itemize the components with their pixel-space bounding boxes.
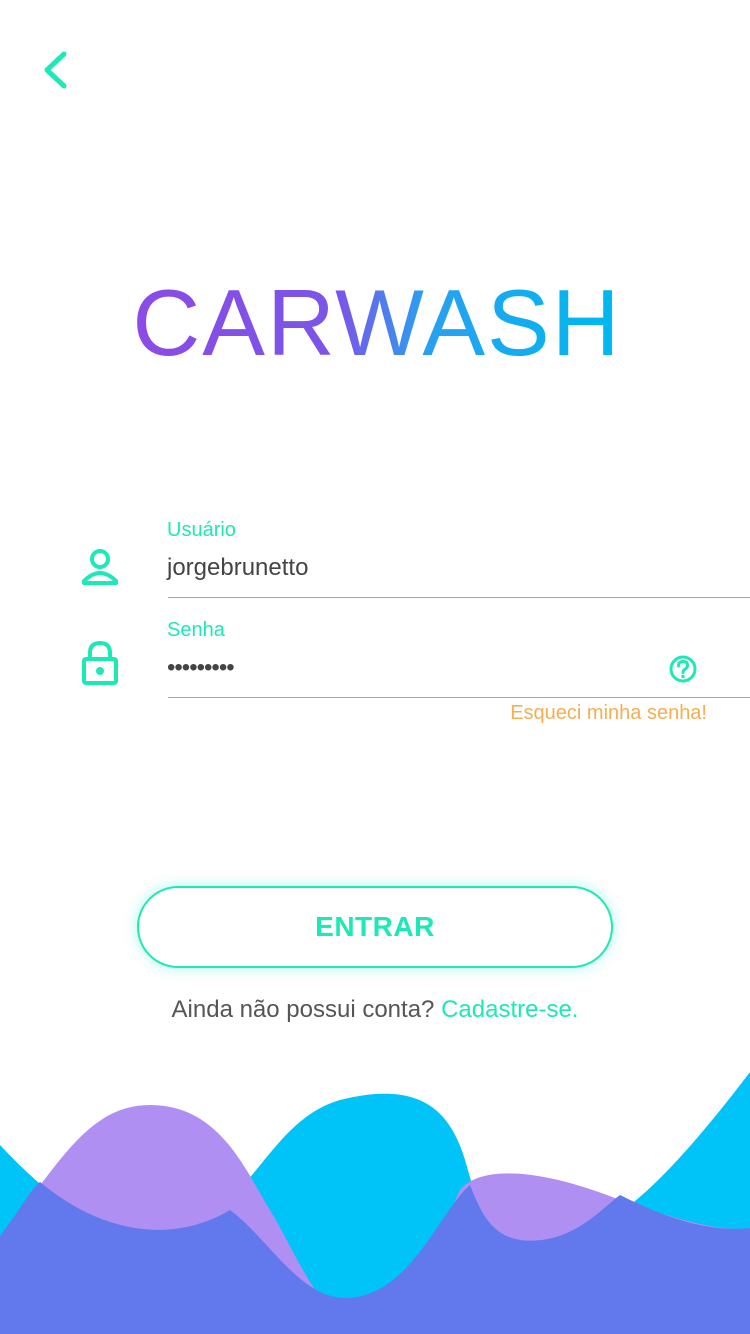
username-input[interactable]: jorgebrunetto <box>167 554 308 582</box>
enter-button[interactable]: ENTRAR <box>137 886 613 968</box>
signup-prompt: Ainda não possui conta? <box>171 996 435 1023</box>
logo-text: CARWASH <box>132 272 621 375</box>
password-input[interactable]: ••••••••• <box>167 654 235 682</box>
user-icon <box>82 549 118 585</box>
forgot-password-link[interactable]: Esqueci minha senha! <box>510 702 707 725</box>
username-label: Usuário <box>167 519 236 541</box>
lock-icon <box>82 640 118 685</box>
signup-link[interactable]: Cadastre-se. <box>441 996 578 1023</box>
app-logo: CARWASH <box>132 272 621 375</box>
username-underline <box>168 597 750 598</box>
decorative-waves <box>0 1072 750 1334</box>
question-circle-icon[interactable] <box>668 654 698 684</box>
password-label: Senha <box>167 619 225 641</box>
chevron-left-icon <box>44 51 67 89</box>
password-underline <box>168 697 750 698</box>
back-button[interactable] <box>30 44 82 96</box>
signup-row: Ainda não possui conta? Cadastre-se. <box>0 996 750 1024</box>
